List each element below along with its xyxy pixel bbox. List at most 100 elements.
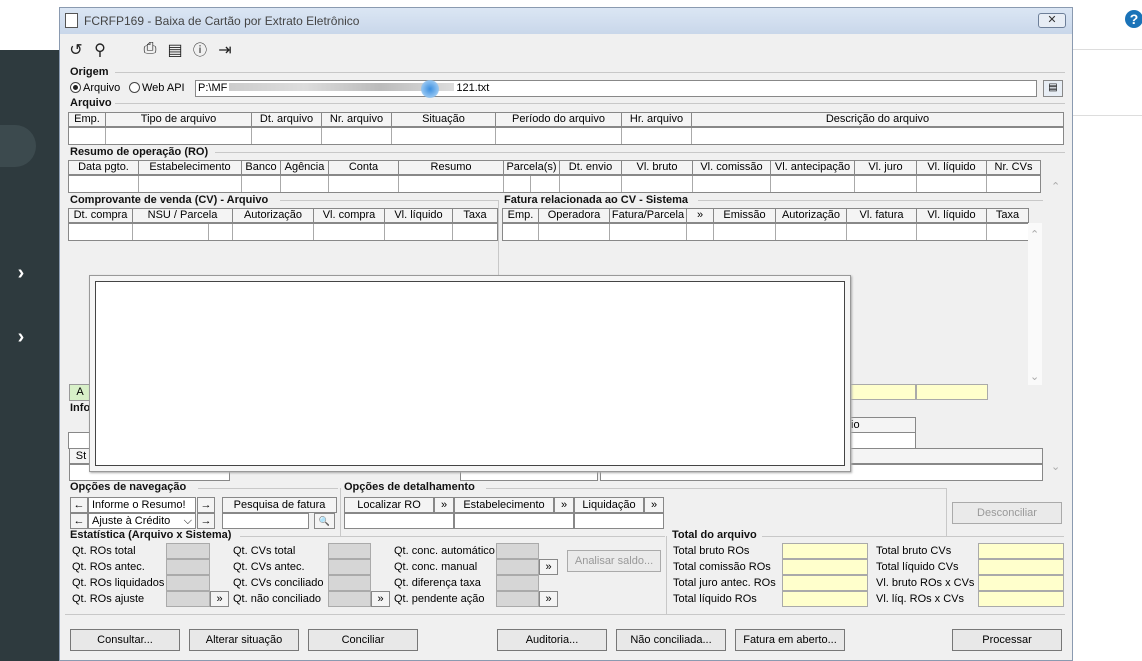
- col-header[interactable]: Autorização: [233, 209, 314, 222]
- resumo-table-row[interactable]: [68, 175, 1041, 193]
- col-header[interactable]: Resumo: [399, 161, 504, 174]
- sidebar-expand-icon[interactable]: ›: [12, 326, 30, 349]
- radio-selected-icon[interactable]: [70, 82, 81, 93]
- liquidacao-input[interactable]: [574, 513, 664, 529]
- scroll-up-icon[interactable]: ⌃: [1030, 228, 1039, 241]
- col-header[interactable]: Agência: [281, 161, 329, 174]
- col-header[interactable]: Dt. compra: [69, 209, 133, 222]
- col-header[interactable]: Descrição do arquivo: [692, 113, 1063, 126]
- ros-ajuste-more-button[interactable]: »: [210, 591, 229, 607]
- col-header[interactable]: Taxa: [987, 209, 1028, 222]
- col-header[interactable]: Vl. juro: [855, 161, 917, 174]
- radio-arquivo[interactable]: Arquivo: [70, 82, 120, 94]
- col-header[interactable]: Período do arquivo: [496, 113, 622, 126]
- refresh-icon[interactable]: ↺: [66, 40, 86, 60]
- chevron-down-icon[interactable]: ⌵: [184, 514, 192, 528]
- processar-button[interactable]: Processar: [952, 629, 1062, 651]
- search-icon[interactable]: 🔍: [314, 513, 335, 529]
- col-header[interactable]: Dt. envio: [560, 161, 622, 174]
- col-header[interactable]: Hr. arquivo: [622, 113, 692, 126]
- arquivo-table-row[interactable]: [68, 127, 1064, 145]
- localizar-more-button[interactable]: »: [434, 497, 454, 513]
- next-ajuste-button[interactable]: →: [197, 513, 215, 529]
- help-icon[interactable]: ⓘ: [190, 40, 210, 60]
- browse-file-icon[interactable]: ▤: [1043, 80, 1063, 97]
- col-header[interactable]: »: [687, 209, 714, 222]
- localizar-ro-input[interactable]: [344, 513, 454, 529]
- col-header[interactable]: Operadora: [539, 209, 610, 222]
- col-header[interactable]: Vl. bruto: [622, 161, 693, 174]
- analisar-saldo-button[interactable]: Analisar saldo...: [567, 550, 661, 572]
- stat-label: Qt. conc. manual: [394, 561, 478, 573]
- nao-conciliada-button[interactable]: Não conciliada...: [616, 629, 726, 651]
- status-button[interactable]: [845, 448, 1043, 464]
- next-resumo-button[interactable]: →: [197, 497, 215, 513]
- pendente-acao-more-button[interactable]: »: [539, 591, 558, 607]
- estabelecimento-input[interactable]: [454, 513, 574, 529]
- col-header[interactable]: Emp.: [69, 113, 106, 126]
- close-button[interactable]: ✕: [1038, 13, 1066, 28]
- col-header[interactable]: NSU / Parcela: [133, 209, 233, 222]
- col-header[interactable]: Dt. arquivo: [252, 113, 322, 126]
- consultar-button[interactable]: Consultar...: [70, 629, 180, 651]
- search-icon[interactable]: ⚲: [90, 40, 110, 60]
- col-header[interactable]: Estabelecimento: [139, 161, 242, 174]
- radio-webapi[interactable]: Web API: [129, 82, 185, 94]
- nao-conciliado-more-button[interactable]: »: [371, 591, 390, 607]
- scroll-down-icon[interactable]: ⌄: [1051, 460, 1060, 473]
- estabelecimento-more-button[interactable]: »: [554, 497, 574, 513]
- help-icon[interactable]: ?: [1125, 10, 1142, 28]
- col-header[interactable]: Conta: [329, 161, 399, 174]
- col-header[interactable]: Banco: [242, 161, 281, 174]
- col-header[interactable]: Vl. antecipação: [771, 161, 855, 174]
- file-path-input[interactable]: P:\MF 121.txt: [195, 80, 1037, 97]
- scroll-up-icon[interactable]: ⌃: [1051, 180, 1060, 193]
- col-header[interactable]: Vl. fatura: [847, 209, 917, 222]
- col-header[interactable]: Taxa: [453, 209, 497, 222]
- col-header[interactable]: Fatura/Parcela: [610, 209, 687, 222]
- liquidacao-more-button[interactable]: »: [644, 497, 664, 513]
- col-header[interactable]: Vl. compra: [314, 209, 385, 222]
- fatura-aberto-button[interactable]: Fatura em aberto...: [735, 629, 845, 651]
- col-header[interactable]: Data pgto.: [69, 161, 139, 174]
- scroll-down-icon[interactable]: ⌄: [1030, 370, 1039, 383]
- prev-resumo-button[interactable]: ←: [70, 497, 88, 513]
- radio-unselected-icon[interactable]: [129, 82, 140, 93]
- estabelecimento-button[interactable]: Estabelecimento: [454, 497, 554, 513]
- fatura-scrollbar[interactable]: [1028, 223, 1042, 385]
- col-header[interactable]: Vl. líquido: [385, 209, 453, 222]
- calendar-icon[interactable]: ▤: [165, 40, 185, 60]
- col-header[interactable]: Nr. CVs: [987, 161, 1040, 174]
- exit-icon[interactable]: ⇥: [215, 40, 235, 60]
- resumo-select[interactable]: Informe o Resumo!: [88, 497, 196, 513]
- print-icon[interactable]: ⎙: [140, 40, 160, 58]
- col-header[interactable]: Vl. líquido: [917, 209, 987, 222]
- desconciliar-button[interactable]: Desconciliar: [952, 502, 1062, 524]
- cv-table-row[interactable]: [68, 223, 498, 241]
- col-header[interactable]: Situação: [392, 113, 496, 126]
- col-header[interactable]: Autorização: [776, 209, 847, 222]
- total-label: Total bruto ROs: [673, 545, 750, 557]
- col-header[interactable]: Vl. comissão: [693, 161, 771, 174]
- ajuste-select[interactable]: Ajuste à Crédito ⌵: [88, 513, 196, 529]
- total-value: [978, 575, 1064, 591]
- col-header[interactable]: Nr. arquivo: [322, 113, 392, 126]
- col-header[interactable]: Vl. líquido: [917, 161, 987, 174]
- col-header[interactable]: Tipo de arquivo: [106, 113, 252, 126]
- localizar-ro-button[interactable]: Localizar RO: [344, 497, 434, 513]
- col-header[interactable]: Emp.: [503, 209, 539, 222]
- conc-manual-more-button[interactable]: »: [539, 559, 558, 575]
- pesquisa-fatura-input[interactable]: [222, 513, 309, 529]
- col-header[interactable]: Emissão: [714, 209, 776, 222]
- sidebar-expand-icon[interactable]: ›: [12, 262, 30, 285]
- col-header[interactable]: Parcela(s): [504, 161, 560, 174]
- divider: [1072, 49, 1142, 50]
- conciliar-button[interactable]: Conciliar: [308, 629, 418, 651]
- auditoria-button[interactable]: Auditoria...: [497, 629, 607, 651]
- fatura-table-row[interactable]: [502, 223, 1029, 241]
- pesquisa-fatura-button[interactable]: Pesquisa de fatura: [222, 497, 337, 513]
- prev-ajuste-button[interactable]: ←: [70, 513, 88, 529]
- liquidacao-button[interactable]: Liquidação: [574, 497, 644, 513]
- alterar-situacao-button[interactable]: Alterar situação: [189, 629, 299, 651]
- total-label: Vl. líq. ROs x CVs: [876, 593, 965, 605]
